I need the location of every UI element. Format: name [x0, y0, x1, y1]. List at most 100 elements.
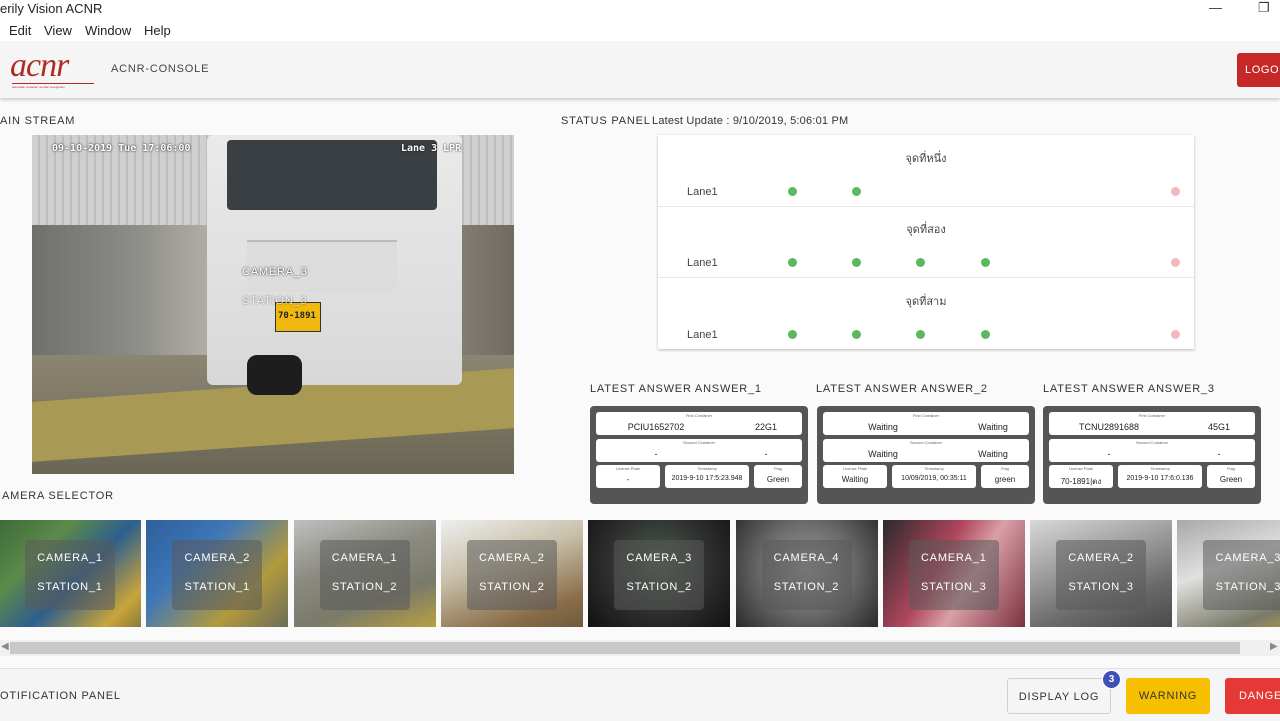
second-container-row-value-b: -: [1217, 449, 1221, 459]
thumbnail-camera-label: CAMERA_2: [184, 552, 251, 564]
license-plate-cell: License Plate Waiting: [823, 465, 887, 488]
thumbnail-overlay: [614, 540, 705, 610]
danger-button[interactable]: DANGE: [1225, 678, 1280, 714]
timestamp-cell-caption: Timestamp: [1150, 466, 1170, 471]
restore-icon[interactable]: ❐: [1258, 0, 1270, 16]
second-container-row-value-a: -: [654, 449, 658, 459]
camera-thumbnail[interactable]: CAMERA_1 STATION_2: [293, 520, 436, 627]
menu-view[interactable]: View: [44, 23, 72, 38]
thumbnail-overlay: [1203, 540, 1280, 610]
status-dot-green: [916, 329, 925, 339]
main-stream-video[interactable]: 70-1891 09-10-2019 Tue 17:06:00 Lane 3 L…: [32, 135, 514, 474]
scrollbar-thumb[interactable]: [10, 642, 1240, 654]
flag-cell: Flag green: [981, 465, 1029, 488]
status-dot-green: [916, 258, 925, 268]
acnr-logo: acnr automatic container number recognit…: [10, 49, 96, 89]
flag-cell-value: green: [994, 475, 1016, 484]
thumbnail-station-label: STATION_2: [479, 581, 545, 593]
horizontal-scrollbar[interactable]: ◀ ▶: [0, 640, 1280, 656]
logout-button[interactable]: LOGOU: [1237, 53, 1280, 87]
logo-text: acnr: [10, 47, 69, 84]
answer-card: First Container PCIU1652702 22G1 Second Con…: [590, 406, 808, 504]
timestamp-cell-caption: Timestamp: [697, 466, 717, 471]
notification-panel-label: OTIFICATION PANEL: [0, 690, 121, 702]
log-count-badge: 3: [1102, 670, 1121, 689]
lane-label: Lane1: [687, 328, 718, 341]
second-container-row-value-a: Waiting: [868, 449, 898, 459]
second-container-row-caption: Second Container: [1135, 440, 1169, 445]
status-dot-green: [852, 187, 861, 196]
timestamp-cell-caption: Timestamp: [924, 466, 944, 471]
menu-window[interactable]: Window: [85, 23, 131, 38]
camera-thumbnail[interactable]: CAMERA_2 STATION_1: [146, 520, 289, 627]
camera-thumbnail[interactable]: CAMERA_4 STATION_2: [735, 520, 878, 627]
minimize-icon[interactable]: —: [1209, 0, 1222, 15]
warning-button[interactable]: WARNING: [1126, 678, 1210, 714]
thumbnail-station-label: STATION_2: [626, 581, 692, 593]
flag-cell: Flag Green: [754, 465, 802, 488]
license-plate-cell-value: -: [626, 475, 630, 484]
window-title: erily Vision ACNR: [0, 1, 103, 16]
stream-lane: Lane 3 LPR: [401, 143, 462, 154]
status-point: จุดที่หนึ่ง Lane1: [658, 135, 1194, 207]
answer-card: First Container Waiting Waiting Second Cont…: [817, 406, 1035, 504]
menu-help[interactable]: Help: [144, 23, 171, 38]
second-container-row-value-b: -: [764, 449, 768, 459]
camera-thumbnail[interactable]: CAMERA_1 STATION_1: [0, 520, 141, 627]
camera-thumbnail[interactable]: CAMERA_3 STATION_3: [1177, 520, 1280, 627]
status-dot-green: [981, 329, 990, 339]
first-container-row: First Container PCIU1652702 22G1: [596, 412, 802, 435]
status-dot-green: [788, 258, 797, 268]
display-log-button[interactable]: DISPLAY LOG: [1007, 678, 1111, 714]
thumbnail-overlay: [466, 540, 557, 610]
status-dot-pink: [1171, 258, 1180, 268]
logo-underline: [12, 83, 94, 84]
stream-camera-label: CAMERA_3: [242, 266, 308, 278]
status-dot-green: [852, 329, 861, 339]
console-label: ACNR-CONSOLE: [111, 63, 210, 75]
thumbnail-camera-label: CAMERA_2: [479, 552, 545, 564]
first-container-row-caption: First Container: [1138, 413, 1166, 418]
status-point: จุดที่สาม Lane1: [658, 278, 1194, 349]
stream-datetime: 09-10-2019 Tue 17:06:00: [52, 143, 191, 154]
menu-bar: Edit View Window Help: [0, 20, 1280, 41]
second-container-row: Second Container - -: [596, 439, 802, 462]
license-plate-cell: License Plate -: [596, 465, 660, 488]
thumbnail-station-label: STATION_2: [773, 581, 840, 593]
camera-thumbnail[interactable]: CAMERA_2 STATION_2: [440, 520, 583, 627]
thumbnail-camera-label: CAMERA_2: [1068, 552, 1134, 564]
first-container-row-value-a: Waiting: [868, 422, 898, 432]
status-panel-label: STATUS PANEL: [561, 115, 651, 127]
license-plate-cell-caption: License Plate: [1068, 466, 1093, 471]
window-titlebar: erily Vision ACNR — ❐: [0, 0, 1280, 20]
camera-thumbnail[interactable]: CAMERA_1 STATION_3: [882, 520, 1025, 627]
first-container-row-caption: First Container: [912, 413, 940, 418]
thumbnail-camera-label: CAMERA_1: [37, 552, 103, 564]
thumbnail-station-label: STATION_1: [37, 581, 103, 593]
camera-thumbnail[interactable]: CAMERA_2 STATION_3: [1030, 520, 1173, 627]
first-container-row-value-a: TCNU2891688: [1078, 422, 1140, 432]
license-plate-cell-caption: License Plate: [615, 466, 640, 471]
answer-title: LATEST ANSWER ANSWER_3: [1043, 383, 1215, 395]
truck-tire: [247, 355, 302, 395]
license-plate-cell-caption: License Plate: [842, 466, 867, 471]
camera-thumbnail[interactable]: CAMERA_3 STATION_2: [588, 520, 731, 627]
flag-cell-caption: Flag: [1227, 466, 1235, 471]
thumbnail-station-label: STATION_2: [331, 581, 398, 593]
latest-update: Latest Update : 9/10/2019, 5:06:01 PM: [652, 115, 849, 127]
logo-tagline: automatic container number recognition: [12, 85, 65, 89]
notification-bar: OTIFICATION PANEL DISPLAY LOG 3 WARNING …: [0, 668, 1280, 721]
thumbnail-camera-label: CAMERA_3: [1215, 552, 1280, 564]
stream-station-label: STATION_3: [242, 295, 308, 307]
lane-label: Lane1: [687, 257, 718, 270]
status-dot-pink: [1171, 187, 1180, 196]
menu-edit[interactable]: Edit: [9, 23, 31, 38]
scroll-right-icon[interactable]: ▶: [1270, 641, 1278, 652]
plate-text: 70-1891: [278, 311, 316, 321]
main-stream-label: AIN STREAM: [0, 115, 76, 127]
first-container-row: First Container Waiting Waiting: [823, 412, 1029, 435]
scroll-left-icon[interactable]: ◀: [1, 641, 9, 652]
thumbnail-camera-label: CAMERA_1: [331, 552, 398, 564]
timestamp-cell: Timestamp 10/09/2019, 00:35:11: [892, 465, 976, 488]
status-panel: จุดที่หนึ่ง Lane1 จุดที่สอง Lane1 จุดที่สาม L…: [658, 135, 1194, 349]
